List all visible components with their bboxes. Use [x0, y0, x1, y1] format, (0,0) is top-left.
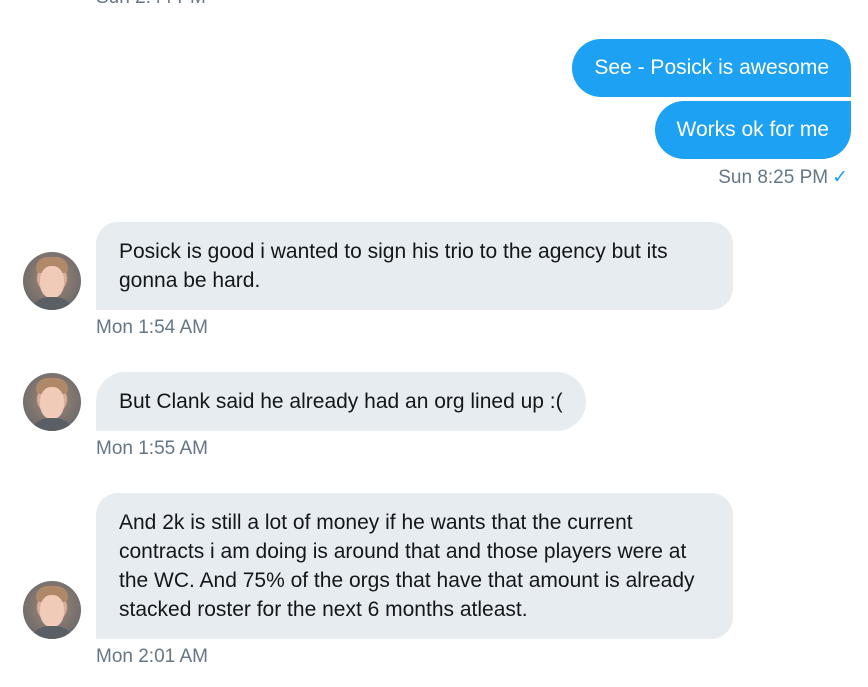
received-message-bubble[interactable]: And 2k is still a lot of money if he wan… [96, 493, 733, 639]
sent-message-bubble[interactable]: Works ok for me [654, 101, 851, 159]
received-timestamp: Mon 1:54 AM [96, 317, 208, 338]
message-timestamp-clipped: Sun 2:44 PM [96, 0, 206, 8]
avatar[interactable] [23, 373, 81, 431]
received-message-bubble[interactable]: Posick is good i wanted to sign his trio… [96, 222, 733, 310]
sent-message-meta: Sun 8:25 PM ✓ [718, 166, 848, 189]
check-icon: ✓ [832, 167, 848, 188]
received-timestamp: Mon 2:01 AM [96, 646, 208, 667]
received-timestamp: Mon 1:55 AM [96, 438, 208, 459]
sent-message-bubble[interactable]: See - Posick is awesome [572, 39, 851, 97]
sent-timestamp: Sun 8:25 PM [718, 167, 829, 188]
avatar[interactable] [23, 252, 81, 310]
received-message-bubble[interactable]: But Clank said he already had an org lin… [96, 372, 586, 431]
avatar[interactable] [23, 581, 81, 639]
